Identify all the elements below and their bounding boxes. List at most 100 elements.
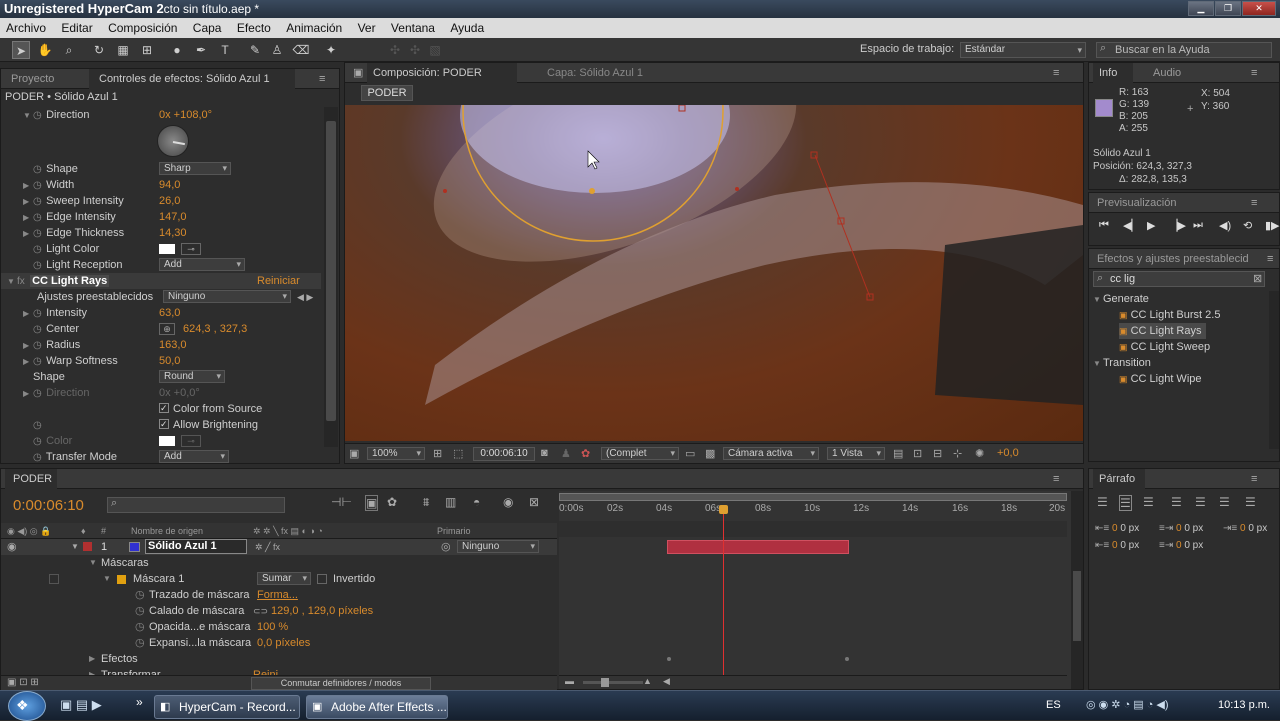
tab-effect-controls[interactable]: Controles de efectos: Sólido Azul 1 — [89, 69, 295, 89]
hide-shy-icon[interactable]: ✿ — [387, 495, 397, 509]
always-preview-icon[interactable]: ▣ — [349, 447, 359, 460]
prop-value[interactable]: Reini — [253, 667, 278, 675]
quicklaunch-icons[interactable]: ▣ ▤ ▶ — [60, 697, 102, 713]
text-tool-icon[interactable]: T — [216, 41, 234, 59]
brainstorm-icon[interactable]: ◓ — [473, 495, 480, 509]
grid-icon[interactable]: ⬚ — [453, 447, 463, 460]
effect-cc-light-burst[interactable]: ▣ CC Light Burst 2.5 — [1119, 307, 1220, 323]
visibility-eye-icon[interactable]: ◉ — [7, 539, 17, 555]
align-right-icon[interactable]: ☰ — [1143, 495, 1154, 509]
effects-scrollbar[interactable] — [1269, 291, 1279, 449]
graph-editor-icon[interactable]: ⊠ — [529, 495, 539, 509]
ram-preview-icon[interactable]: ▮▶ — [1265, 219, 1280, 232]
language-indicator[interactable]: ES — [1046, 699, 1061, 711]
work-area-bar[interactable] — [559, 493, 1067, 501]
link-icon[interactable]: ⊂⊃ — [253, 603, 268, 619]
timeline-timecode[interactable]: 0:00:06:10 — [13, 497, 84, 514]
close-button[interactable]: ✕ — [1242, 1, 1276, 16]
zoom-tool-icon[interactable]: ⌕ — [60, 41, 78, 59]
prop-value[interactable]: 14,30 — [159, 225, 187, 241]
brush-tool-icon[interactable]: ✎ — [246, 41, 264, 59]
shape-dropdown[interactable]: Sharp — [159, 162, 231, 175]
tab-info[interactable]: Info — [1093, 63, 1133, 83]
zoom-in-icon[interactable]: ▲ — [643, 676, 652, 686]
region-of-interest-icon[interactable]: ▭ — [685, 447, 695, 460]
channels-icon[interactable]: ✿ — [581, 447, 590, 460]
effect-cc-light-rays[interactable]: ▣ CC Light Rays — [1119, 323, 1206, 339]
frame-blending-icon[interactable]: ⩩ — [423, 495, 429, 510]
tl-row-effects[interactable]: ▶ Efectos — [1, 651, 557, 667]
panel-menu-icon[interactable]: ≡ — [1251, 469, 1257, 489]
time-ruler[interactable]: 0:00s 02s 04s 06s 08s 10s 12s 14s 16s 18… — [559, 503, 1067, 517]
color-swatch[interactable] — [159, 436, 175, 446]
menu-archivo[interactable]: Archivo — [6, 21, 46, 35]
next-frame-icon[interactable]: ▕▶ — [1169, 219, 1186, 232]
timeline-scrollbar[interactable] — [1071, 491, 1083, 689]
zoom-dropdown[interactable]: 100% — [367, 447, 425, 460]
prop-value[interactable]: 129,0 , 129,0 píxeles — [271, 603, 373, 619]
hand-tool-icon[interactable]: ✋ — [36, 41, 54, 59]
camera-tool-icon[interactable]: ▦ — [114, 41, 132, 59]
effect-cc-light-sweep[interactable]: ▣ CC Light Sweep — [1119, 339, 1210, 355]
loop-icon[interactable]: ⟲ — [1243, 219, 1252, 232]
tab-composition[interactable]: Composición: PODER — [367, 63, 517, 83]
panel-menu-icon[interactable]: ≡ — [1053, 63, 1059, 83]
time-graph[interactable]: 0:00s 02s 04s 06s 08s 10s 12s 14s 16s 18… — [559, 491, 1071, 689]
menu-ayuda[interactable]: Ayuda — [450, 21, 484, 35]
pen-tool-icon[interactable]: ✒ — [192, 41, 210, 59]
inverted-checkbox[interactable] — [317, 574, 327, 584]
menu-ventana[interactable]: Ventana — [391, 21, 435, 35]
zoom-out-icon[interactable]: ▬ — [565, 676, 574, 686]
quicklaunch-more-icon[interactable]: » — [136, 695, 143, 709]
resolution-dropdown[interactable]: (Complet — [601, 447, 679, 460]
rotate-tool-icon[interactable]: ↻ — [90, 41, 108, 59]
comp-mini-flowchart-icon[interactable]: ⊣⊢ — [331, 495, 352, 509]
tab-audio[interactable]: Audio — [1153, 63, 1181, 83]
label-color-swatch[interactable] — [83, 542, 92, 551]
checkbox-color-from-source[interactable]: ✓ — [159, 403, 169, 413]
prop-value[interactable]: 624,3 , 327,3 — [183, 321, 247, 337]
parent-dropdown[interactable]: Ninguno — [457, 540, 539, 553]
prop-value[interactable]: Forma... — [257, 587, 298, 603]
prop-value[interactable]: 26,0 — [159, 193, 180, 209]
group-transition[interactable]: ▼ Transition — [1093, 355, 1151, 371]
footer-icons[interactable]: ▣ ⊡ ⊞ — [7, 677, 39, 688]
timeline-search-input[interactable] — [107, 497, 285, 513]
space-after-value[interactable]: 0 px — [1184, 540, 1203, 551]
effect-cc-light-rays[interactable]: ▼ fx CC Light Rays Reiniciar — [1, 273, 321, 289]
tray-icons[interactable]: ◎ ◉ ✲ ◔ ▤ ◔ ◀) — [1086, 698, 1169, 711]
tl-row-transform[interactable]: ▶ Transformar Reini — [1, 667, 557, 675]
checkbox-allow-brightening[interactable]: ✓ — [159, 419, 169, 429]
effect-cc-light-wipe[interactable]: ▣ CC Light Wipe — [1119, 371, 1202, 387]
toggle-switches-button[interactable]: Conmutar definidores / modos — [251, 677, 431, 690]
group-generate[interactable]: ▼ Generate — [1093, 291, 1149, 307]
clear-search-icon[interactable]: ⊠ — [1253, 272, 1262, 285]
camera-dropdown[interactable]: Cámara activa — [723, 447, 819, 460]
direction-dial[interactable] — [157, 125, 189, 157]
tl-row-masks[interactable]: ▼ Máscaras — [1, 555, 557, 571]
prop-value[interactable]: 0,0 píxeles — [257, 635, 310, 651]
motion-blur-icon[interactable]: ▥ — [445, 495, 456, 509]
menu-efecto[interactable]: Efecto — [237, 21, 271, 35]
help-search-input[interactable]: Buscar en la Ayuda — [1096, 42, 1272, 58]
tl-row-mask-expansion[interactable]: ◷ Expansi...la máscara 0,0 píxeles — [1, 635, 557, 651]
prop-value[interactable]: 94,0 — [159, 177, 180, 193]
menu-animacion[interactable]: Animación — [286, 21, 342, 35]
scroll-left-icon[interactable]: ◀ — [663, 676, 670, 687]
playhead-handle[interactable] — [719, 505, 728, 514]
tl-row-mask-opacity[interactable]: ◷ Opacida...e máscara 100 % — [1, 619, 557, 635]
rays-shape-dropdown[interactable]: Round — [159, 370, 225, 383]
panel-menu-icon[interactable]: ≡ — [1267, 249, 1273, 269]
prop-value[interactable]: 63,0 — [159, 305, 180, 321]
timeline-icon[interactable]: ⊟ — [933, 447, 942, 460]
fast-previews-icon[interactable]: ⊡ — [913, 447, 922, 460]
space-before-value[interactable]: 0 px — [1120, 540, 1139, 551]
task-after-effects[interactable]: Adobe After Effects ... — [306, 695, 448, 719]
current-time-indicator[interactable] — [723, 505, 724, 687]
first-line-value[interactable]: 0 px — [1248, 523, 1267, 534]
panel-menu-icon[interactable]: ≡ — [319, 69, 325, 89]
prop-value[interactable]: 147,0 — [159, 209, 187, 225]
selection-tool-icon[interactable]: ➤ — [12, 41, 30, 59]
light-reception-dropdown[interactable]: Add — [159, 258, 245, 271]
panel-menu-icon[interactable]: ≡ — [1251, 63, 1257, 83]
